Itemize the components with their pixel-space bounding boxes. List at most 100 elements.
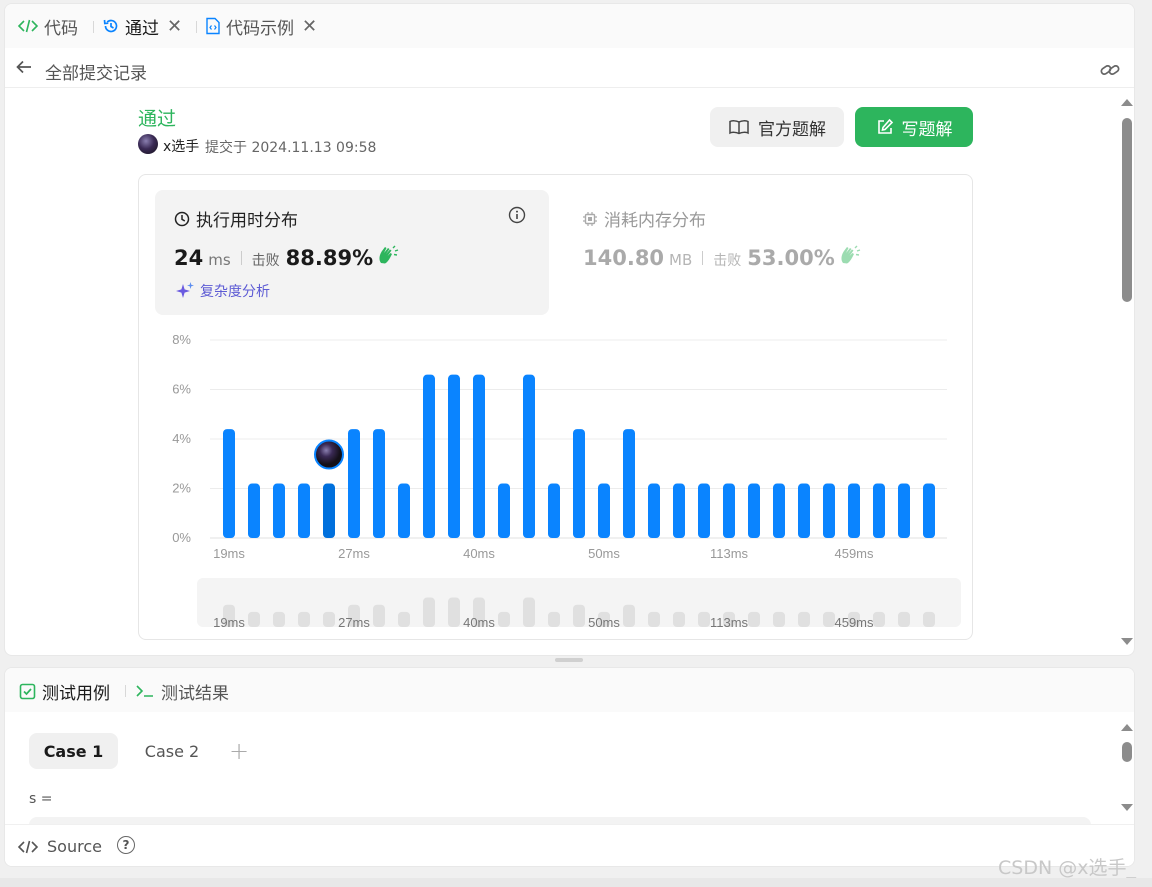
chart-bar <box>423 374 435 538</box>
code-icon <box>17 19 39 33</box>
tab-test-results[interactable]: 测试结果 <box>135 680 229 704</box>
overview-bar <box>798 611 810 627</box>
all-submissions-link[interactable]: 全部提交记录 <box>45 59 147 84</box>
overview-bar <box>298 611 310 627</box>
overview-bar <box>248 611 260 627</box>
tab-code[interactable]: 代码 <box>17 14 78 39</box>
overview-bar <box>823 611 835 627</box>
link-icon[interactable] <box>1099 59 1121 81</box>
watermark: CSDN @x选手_ <box>998 857 1136 879</box>
overview-bar <box>923 611 935 627</box>
scroll-up-arrow[interactable] <box>1121 724 1133 731</box>
scroll-thumb[interactable] <box>1122 742 1132 762</box>
overview-bar <box>523 597 535 627</box>
input-variable-label: s = <box>29 791 53 807</box>
close-icon[interactable]: ✕ <box>302 16 317 37</box>
official-solution-label: 官方题解 <box>758 119 826 140</box>
memory-panel[interactable]: 消耗内存分布 <box>582 206 706 231</box>
chart-bar <box>448 374 460 538</box>
tab-accepted[interactable]: 通过 ✕ <box>102 14 182 39</box>
tab-code-example-label: 代码示例 <box>226 18 294 39</box>
write-solution-button[interactable]: 写题解 <box>855 107 973 147</box>
divider <box>702 251 704 265</box>
x-tick-label: 19ms <box>213 546 245 561</box>
chart-bar <box>623 429 635 538</box>
overview-bar <box>573 604 585 627</box>
memory-beat-label: 击败 <box>713 253 742 269</box>
overview-x-tick-label: 459ms <box>834 615 874 630</box>
clap-icon <box>379 245 399 264</box>
tab-testcases-label: 测试用例 <box>42 683 110 704</box>
divider <box>240 251 242 265</box>
chart-bar <box>298 483 310 538</box>
editor-footer: Source ? <box>5 824 1134 866</box>
memory-title-label: 消耗内存分布 <box>604 211 706 231</box>
edit-icon <box>877 118 893 134</box>
terminal-icon <box>136 685 153 697</box>
sparkle-icon <box>176 282 194 298</box>
chart-bar <box>248 483 260 538</box>
overview-bar <box>423 597 435 627</box>
runtime-beat-label: 击败 <box>251 253 280 269</box>
chart-bar <box>348 429 360 538</box>
bottom-tab-bar: 测试用例 测试结果 <box>5 668 1134 712</box>
overview-bar <box>873 611 885 627</box>
clap-icon <box>841 245 860 264</box>
tab-testcases[interactable]: 测试用例 <box>19 680 110 704</box>
submitted-time: 提交于 2024.11.13 09:58 <box>205 140 377 156</box>
chart-bar <box>573 429 585 538</box>
chart-bar <box>473 374 485 538</box>
tab-divider <box>196 21 197 33</box>
tab-code-example[interactable]: 代码示例 ✕ <box>205 14 317 39</box>
scroll-down-arrow[interactable] <box>1121 638 1133 645</box>
y-tick-label: 6% <box>172 382 191 397</box>
x-tick-label: 459ms <box>834 546 874 561</box>
chart-bar <box>673 483 685 538</box>
chart-bar <box>873 483 885 538</box>
runtime-distribution-chart: 8% 6% 4% 2% 0% 19ms 27ms 40ms 50ms 113ms 459ms 19ms… <box>172 332 961 630</box>
checkbox-icon <box>19 683 36 699</box>
complexity-analysis-link[interactable]: 复杂度分析 <box>175 281 270 301</box>
source-label: Source <box>47 837 102 856</box>
overview-bar <box>648 611 660 627</box>
tab-divider <box>93 21 94 33</box>
case-2-tab[interactable]: Case 2 <box>132 733 212 769</box>
scroll-down-arrow[interactable] <box>1121 804 1133 811</box>
overview-bar <box>548 611 560 627</box>
username[interactable]: x选手 <box>163 136 199 156</box>
overview-bar <box>898 611 910 627</box>
runtime-title-label: 执行用时分布 <box>196 211 298 231</box>
memory-beat-percent: 53.00% <box>747 246 835 270</box>
source-button[interactable]: Source <box>17 837 102 856</box>
tab-code-label: 代码 <box>44 18 78 39</box>
chart-bar <box>698 483 710 538</box>
overview-bar <box>323 611 335 627</box>
book-icon <box>729 120 749 135</box>
panel-resize-handle[interactable] <box>555 658 583 662</box>
memory-stats: 140.80 MB 击败 53.00% <box>583 245 861 270</box>
memory-value: 140.80 <box>583 246 665 270</box>
file-code-icon <box>206 17 220 35</box>
overview-bar <box>373 604 385 627</box>
info-icon[interactable] <box>508 206 526 224</box>
chart-bar <box>748 483 760 538</box>
overview-bar <box>273 611 285 627</box>
close-icon[interactable]: ✕ <box>167 16 182 37</box>
official-solution-button[interactable]: 官方题解 <box>710 107 844 147</box>
submission-subheader: 全部提交记录 <box>5 48 1134 88</box>
y-tick-label: 4% <box>172 431 191 446</box>
chart-bar <box>848 483 860 538</box>
overview-bar <box>448 597 460 627</box>
chart-bar <box>823 483 835 538</box>
overview-x-tick-label: 19ms <box>213 615 245 630</box>
scroll-thumb[interactable] <box>1122 118 1132 302</box>
chip-icon <box>583 211 597 226</box>
scroll-up-arrow[interactable] <box>1121 99 1133 106</box>
avatar[interactable] <box>138 134 158 154</box>
arrow-left-icon[interactable] <box>15 58 33 76</box>
help-icon[interactable]: ? <box>117 836 135 854</box>
add-case-button[interactable]: + <box>229 737 249 765</box>
overview-x-tick-label: 40ms <box>463 615 495 630</box>
case-1-tab[interactable]: Case 1 <box>29 733 118 769</box>
code-icon <box>17 840 39 853</box>
